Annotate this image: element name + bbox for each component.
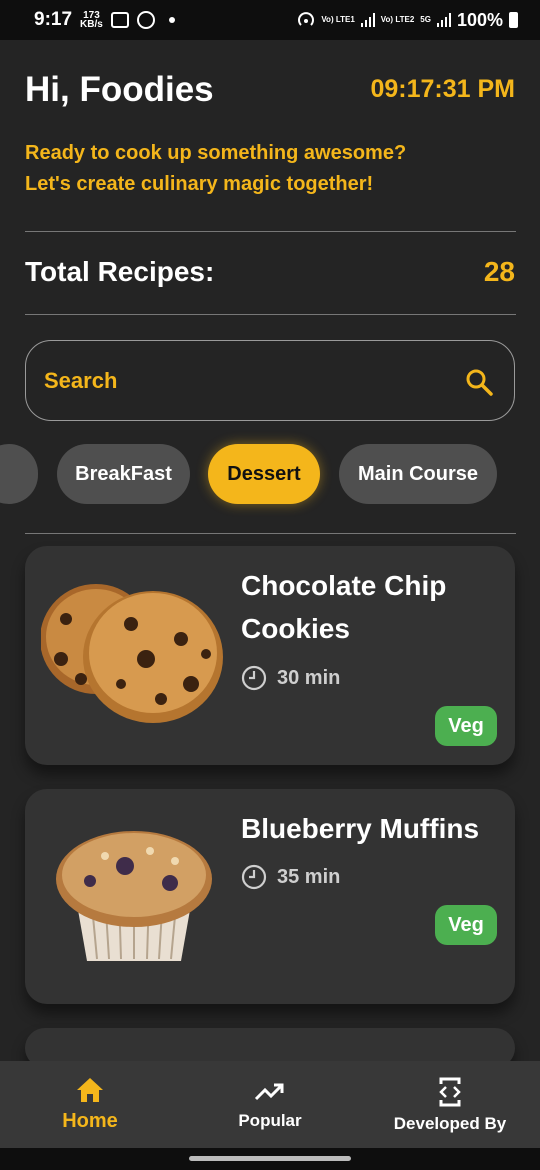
signal-2-icon [436, 13, 451, 27]
tagline-line-2: Let's create culinary magic together! [25, 173, 374, 195]
search-input[interactable] [42, 359, 446, 403]
sim1-network: Vo) LTE1 [321, 15, 355, 24]
battery-level: 100% [456, 9, 503, 30]
recipe-card[interactable]: Blueberry Muffins 35 min Veg [25, 789, 515, 1004]
divider [25, 231, 516, 232]
network-speed-unit: KB/s [80, 19, 103, 30]
nav-popular-label: Popular [238, 1110, 302, 1130]
gallery-icon [110, 12, 129, 28]
muffin-image [56, 831, 212, 961]
recipe-time-label: 35 min [277, 865, 341, 888]
divider [25, 533, 516, 534]
status-left: 9:17 173 KB/s [34, 9, 175, 31]
trending-up-icon [254, 1083, 284, 1100]
veg-badge: Veg [435, 905, 497, 945]
recipe-time: 30 min [241, 665, 340, 691]
bottom-navigation: Home Popular Developed By [0, 1061, 540, 1148]
home-icon [77, 1078, 103, 1102]
current-time: 09:17:31 PM [370, 75, 515, 103]
status-time: 9:17 [34, 9, 73, 30]
category-chip-breakfast[interactable]: BreakFast [57, 444, 190, 504]
gesture-handle[interactable] [189, 1156, 351, 1161]
nav-developed-by[interactable]: Developed By [380, 1061, 520, 1148]
network-5g: 5G [420, 15, 431, 24]
notification-dot-icon [168, 17, 175, 23]
status-bar: 9:17 173 KB/s Vo) LTE1 Vo) LTE2 5G 100% [0, 0, 540, 40]
recipe-card[interactable]: Chocolate Chip Cookies 30 min Veg [25, 546, 515, 765]
category-chip-partial[interactable] [0, 444, 38, 504]
divider [25, 314, 516, 315]
clock-icon [241, 864, 267, 890]
nav-popular[interactable]: Popular [210, 1061, 330, 1148]
search-icon[interactable] [464, 367, 494, 397]
category-chip-main-course[interactable]: Main Course [339, 444, 497, 504]
veg-badge: Veg [435, 706, 497, 746]
clock-icon [241, 665, 267, 691]
greeting-title: Hi, Foodies [25, 70, 214, 109]
search-bar[interactable] [25, 340, 515, 421]
recipe-time: 35 min [241, 864, 340, 890]
total-recipes-label: Total Recipes: [25, 256, 215, 287]
recipe-title: Chocolate Chip Cookies [241, 570, 447, 644]
nav-developed-by-label: Developed By [393, 1113, 507, 1133]
sim2-network: Vo) LTE2 [380, 15, 415, 24]
battery-icon [509, 12, 518, 28]
whatsapp-icon [136, 11, 155, 29]
cookies-image [41, 584, 223, 723]
recipe-title: Blueberry Muffins [241, 813, 480, 844]
recipe-time-label: 30 min [277, 666, 341, 689]
status-right: Vo) LTE1 Vo) LTE2 5G 100% [297, 10, 518, 31]
gesture-bar-area [0, 1148, 540, 1170]
network-speed: 173 KB/s [80, 11, 103, 30]
hotspot-icon [298, 12, 315, 26]
tagline-line-1: Ready to cook up something awesome? [25, 142, 407, 164]
signal-1-icon [360, 13, 375, 27]
total-recipes-count: 28 [483, 256, 515, 287]
nav-home[interactable]: Home [30, 1061, 150, 1148]
developer-mode-icon [439, 1077, 461, 1106]
category-chip-dessert[interactable]: Dessert [208, 444, 320, 504]
nav-home-label: Home [62, 1110, 118, 1132]
